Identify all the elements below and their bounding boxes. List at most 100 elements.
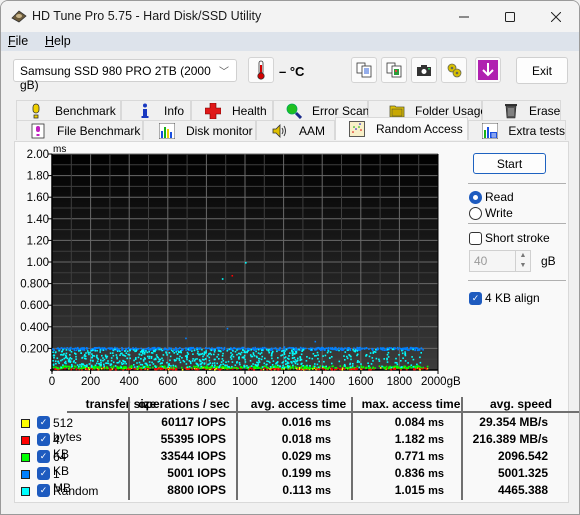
- data-point: [210, 353, 213, 356]
- tab-random-access[interactable]: Random Access: [335, 117, 468, 140]
- data-point: [193, 349, 196, 352]
- short-stroke-size-input[interactable]: 40 ▲ ▼: [469, 250, 531, 272]
- data-point: [112, 354, 115, 357]
- tab-erase[interactable]: Erase: [482, 100, 561, 120]
- data-point: [208, 353, 210, 355]
- data-point: [260, 367, 262, 370]
- data-point: [55, 362, 57, 365]
- data-point: [333, 368, 336, 371]
- data-point: [275, 362, 278, 364]
- close-button[interactable]: [533, 1, 579, 32]
- data-point: [74, 352, 76, 355]
- data-point: [395, 357, 397, 360]
- data-point: [300, 366, 303, 368]
- series-toggle-checkbox[interactable]: ✓: [37, 484, 50, 497]
- data-point: [116, 362, 118, 364]
- data-point: [390, 366, 393, 369]
- data-point: [192, 353, 194, 355]
- data-point: [54, 368, 56, 370]
- data-point: [134, 358, 137, 361]
- data-point: [133, 364, 135, 366]
- data-point: [260, 352, 263, 354]
- data-point: [254, 348, 257, 351]
- data-point: [283, 357, 286, 359]
- data-point: [201, 352, 204, 355]
- data-point: [222, 363, 224, 365]
- tab-extra-tests[interactable]: Extra tests: [468, 120, 566, 140]
- data-point: [117, 367, 119, 370]
- data-point: [226, 327, 229, 330]
- data-point: [356, 368, 359, 370]
- series-toggle-checkbox[interactable]: ✓: [37, 416, 50, 429]
- data-point: [387, 356, 390, 358]
- data-point: [178, 359, 181, 362]
- data-point: [103, 367, 106, 370]
- data-point: [112, 349, 115, 352]
- data-point: [92, 359, 94, 362]
- avg-speed-value: 216.389 MB/s: [472, 432, 548, 446]
- data-point: [203, 363, 206, 365]
- data-point: [246, 350, 248, 353]
- data-point: [170, 365, 172, 367]
- spin-up-icon[interactable]: ▲: [520, 252, 527, 259]
- data-point: [352, 363, 354, 365]
- data-point: [316, 351, 319, 354]
- data-point: [323, 366, 325, 368]
- data-point: [209, 362, 211, 364]
- data-point: [294, 359, 297, 361]
- data-point: [371, 349, 374, 351]
- data-point: [184, 355, 187, 357]
- data-point: [112, 352, 114, 354]
- align-4kb-checkbox[interactable]: ✓ 4 KB align: [469, 291, 540, 305]
- data-point: [148, 361, 151, 363]
- spin-down-icon[interactable]: ▼: [520, 262, 527, 269]
- data-point: [348, 354, 350, 356]
- data-point: [334, 346, 336, 349]
- data-point: [125, 367, 128, 369]
- data-point: [242, 356, 245, 358]
- y-tick-label: 0.200: [20, 343, 49, 355]
- data-point: [200, 367, 202, 370]
- data-point: [196, 358, 198, 360]
- data-point: [338, 349, 340, 352]
- header-max-access: max. access time: [361, 397, 461, 411]
- data-point: [291, 352, 294, 355]
- data-point: [220, 363, 222, 366]
- spin-arrows[interactable]: ▲ ▼: [515, 251, 530, 271]
- data-point: [388, 367, 390, 369]
- data-point: [371, 367, 374, 370]
- data-point: [229, 356, 232, 359]
- data-point: [376, 347, 379, 349]
- data-point: [95, 366, 97, 368]
- data-point: [264, 357, 266, 360]
- data-point: [91, 366, 93, 368]
- data-point: [92, 367, 95, 370]
- data-point: [136, 362, 138, 364]
- short-stroke-checkbox[interactable]: Short stroke: [469, 231, 550, 245]
- data-point: [137, 356, 140, 359]
- data-point: [144, 368, 146, 370]
- data-point: [321, 365, 324, 368]
- x-tick-label: 400: [120, 376, 139, 388]
- exit-button[interactable]: Exit: [516, 57, 568, 84]
- data-point: [191, 350, 193, 352]
- series-toggle-checkbox[interactable]: ✓: [37, 450, 50, 463]
- start-button[interactable]: Start: [473, 153, 546, 174]
- data-point: [401, 352, 404, 355]
- data-point: [124, 361, 127, 363]
- data-point: [367, 362, 369, 364]
- series-toggle-checkbox[interactable]: ✓: [37, 433, 50, 446]
- data-point: [414, 349, 416, 352]
- data-point: [128, 366, 131, 369]
- series-toggle-checkbox[interactable]: ✓: [37, 467, 50, 480]
- data-point: [206, 347, 208, 350]
- data-point: [165, 368, 167, 371]
- data-point: [414, 367, 417, 369]
- radio-read[interactable]: Read: [469, 190, 514, 204]
- maximize-button[interactable]: [487, 1, 533, 32]
- data-point: [142, 350, 145, 353]
- save-button[interactable]: [475, 57, 501, 83]
- data-point: [140, 368, 142, 371]
- data-point: [302, 365, 304, 367]
- radio-write[interactable]: Write: [469, 206, 513, 220]
